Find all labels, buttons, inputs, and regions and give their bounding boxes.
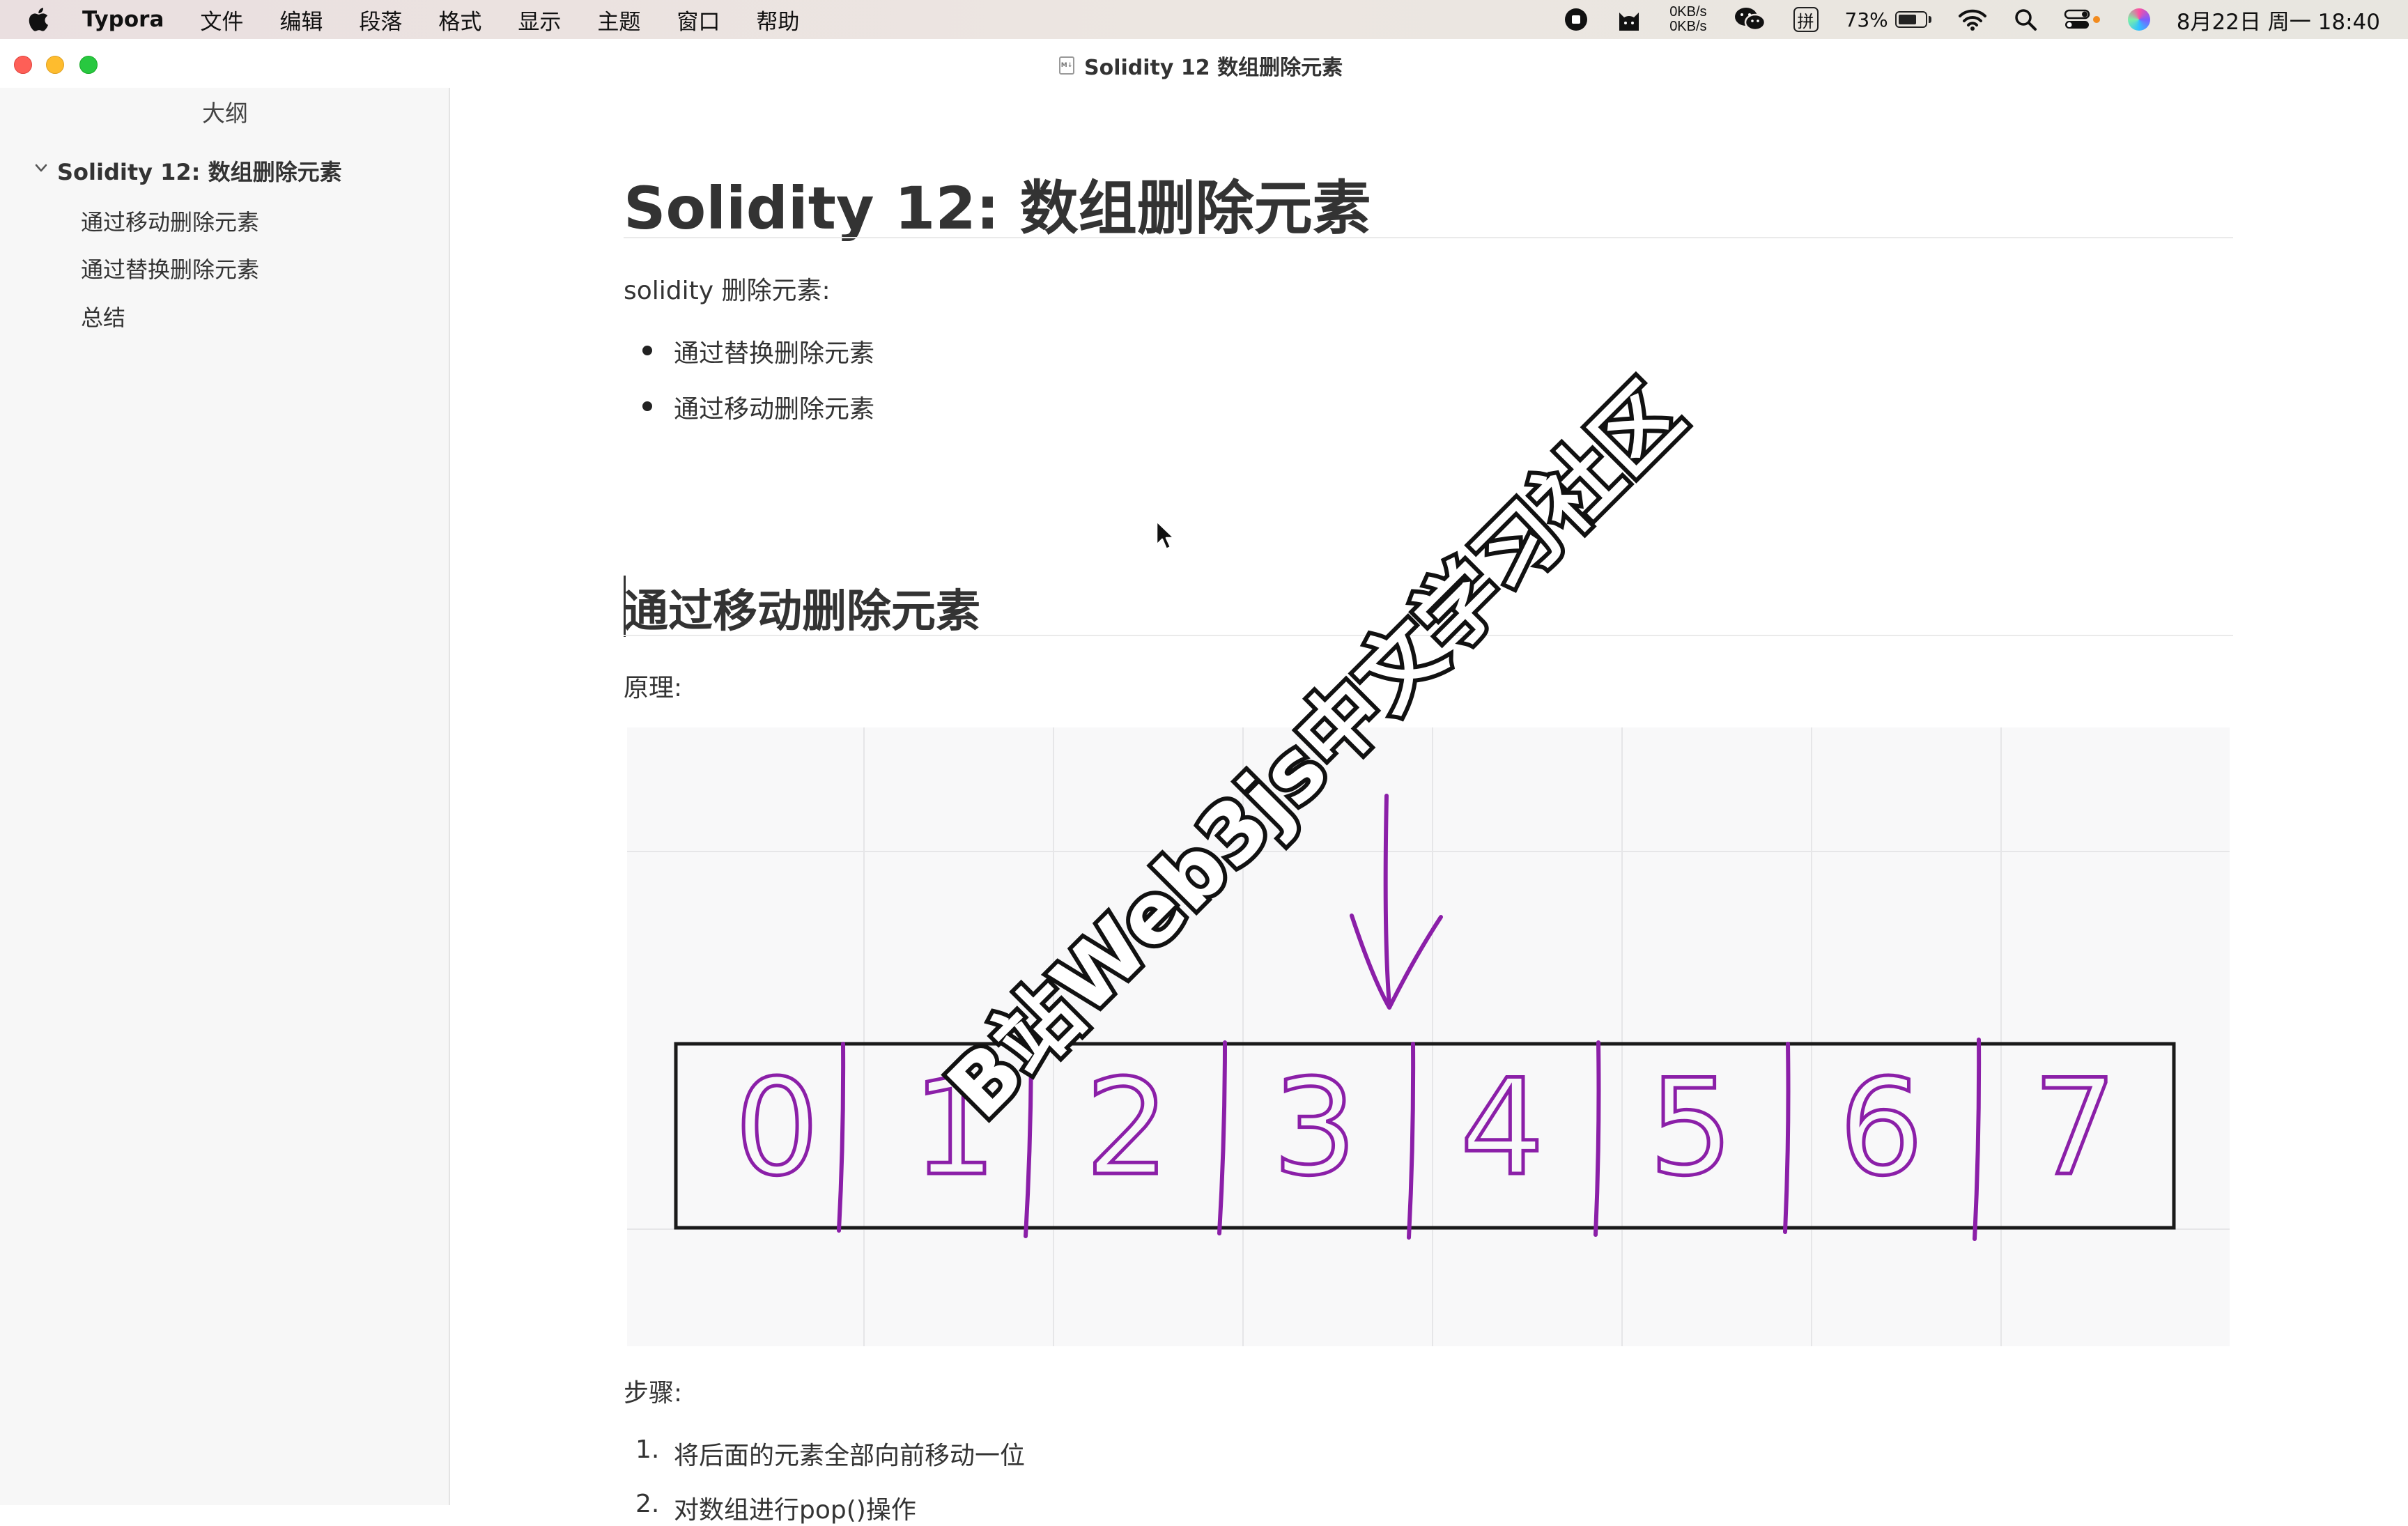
list-item[interactable]: 通过替换删除元素 — [674, 333, 874, 369]
ink-separator — [1217, 1040, 1227, 1235]
outline-item-move[interactable]: 通过移动删除元素 — [81, 205, 259, 237]
battery-icon — [1894, 11, 1927, 28]
cat-app-icon[interactable] — [1615, 7, 1643, 32]
menu-file[interactable]: 文件 — [200, 4, 243, 36]
editor-area[interactable]: Solidity 12: 数组删除元素 solidity 删除元素: 通过替换删… — [450, 88, 2408, 1525]
document-heading-2[interactable]: 通过移动删除元素 — [624, 576, 980, 640]
array-digit: 4 — [1460, 1051, 1545, 1205]
document-heading-1[interactable]: Solidity 12: 数组删除元素 — [624, 162, 1371, 246]
down-arrow-icon — [1383, 794, 1391, 1007]
array-outline — [674, 1042, 2176, 1230]
principle-label[interactable]: 原理: — [624, 668, 682, 704]
array-digit: 7 — [2033, 1051, 2117, 1205]
apple-menu-icon[interactable] — [28, 7, 49, 32]
wechat-icon[interactable] — [1734, 6, 1767, 33]
array-digit: 0 — [735, 1051, 819, 1205]
array-digit: 3 — [1273, 1051, 1357, 1205]
zoom-window-button[interactable] — [79, 56, 98, 74]
step-item[interactable]: 对数组进行pop()操作 — [674, 1490, 916, 1526]
battery-indicator[interactable]: 73% — [1845, 8, 1931, 31]
array-digit: 6 — [1839, 1051, 1924, 1205]
steps-label[interactable]: 步骤: — [624, 1373, 682, 1409]
wifi-icon[interactable] — [1958, 8, 1987, 31]
diagram-grid — [627, 727, 2230, 1346]
markdown-file-icon: M↓ — [1059, 56, 1074, 75]
status-area: 0KB/s 0KB/s 拼 73% 8月22日 周一 18:40 — [1537, 0, 2380, 39]
bullet-icon — [642, 346, 652, 355]
menu-format[interactable]: 格式 — [438, 4, 481, 36]
array-diagram: 01234567 — [627, 727, 2230, 1346]
menu-help[interactable]: 帮助 — [756, 4, 799, 36]
outline-sidebar: 大纲 Solidity 12: 数组删除元素 通过移动删除元素 通过替换删除元素… — [0, 88, 450, 1505]
array-digit: 2 — [1086, 1051, 1170, 1205]
network-speed[interactable]: 0KB/s 0KB/s — [1669, 5, 1706, 34]
text-caret — [624, 576, 626, 637]
step-number: 2. — [635, 1490, 660, 1518]
ink-separator — [837, 1042, 846, 1233]
heading-divider — [624, 237, 2233, 238]
chevron-down-icon[interactable] — [33, 160, 49, 176]
menu-app-name[interactable]: Typora — [82, 7, 164, 32]
screen-record-icon[interactable] — [1564, 7, 1589, 32]
step-number: 1. — [635, 1435, 660, 1464]
battery-percent: 73% — [1844, 8, 1888, 31]
window-title-text: Solidity 12 数组删除元素 — [1084, 56, 1343, 80]
list-item[interactable]: 通过移动删除元素 — [674, 389, 874, 425]
outline-item-h1[interactable]: Solidity 12: 数组删除元素 — [57, 155, 342, 187]
window-title: M↓ Solidity 12 数组删除元素 — [1059, 50, 1343, 81]
array-diagram-image[interactable]: 01234567 — [627, 727, 2230, 1346]
control-center-icon[interactable] — [2064, 8, 2101, 31]
ink-separator — [1593, 1040, 1601, 1237]
siri-icon[interactable] — [2127, 8, 2150, 31]
net-up-speed: 0KB/s — [1669, 4, 1707, 20]
down-arrow-head-icon — [1350, 914, 1443, 1010]
close-window-button[interactable] — [14, 56, 32, 74]
menu-view[interactable]: 显示 — [518, 4, 561, 36]
menu-bar: Typora 文件 编辑 段落 格式 显示 主题 窗口 帮助 0KB/s 0KB… — [0, 0, 2408, 39]
minimize-window-button[interactable] — [46, 56, 64, 74]
menu-clock[interactable]: 8月22日 周一 18:40 — [2177, 4, 2380, 36]
outline-item-replace[interactable]: 通过替换删除元素 — [81, 252, 259, 284]
net-down-speed: 0KB/s — [1669, 19, 1707, 34]
menu-edit[interactable]: 编辑 — [279, 4, 323, 36]
outline-title: 大纲 — [202, 100, 248, 127]
step-item[interactable]: 将后面的元素全部向前移动一位 — [674, 1435, 1025, 1472]
menu-window[interactable]: 窗口 — [677, 4, 720, 36]
spotlight-search-icon[interactable] — [2014, 8, 2037, 31]
input-method-indicator[interactable]: 拼 — [1793, 7, 1819, 32]
array-digit: 5 — [1649, 1051, 1734, 1205]
outline-item-summary[interactable]: 总结 — [81, 300, 125, 332]
menu-paragraph[interactable]: 段落 — [359, 4, 402, 36]
menu-themes[interactable]: 主题 — [597, 4, 640, 36]
ink-separator — [1783, 1042, 1791, 1234]
ink-separator — [1407, 1042, 1416, 1240]
mouse-cursor-icon — [1155, 520, 1175, 550]
intro-paragraph[interactable]: solidity 删除元素: — [624, 270, 831, 307]
ink-separator — [1973, 1038, 1982, 1241]
bullet-icon — [642, 401, 652, 411]
